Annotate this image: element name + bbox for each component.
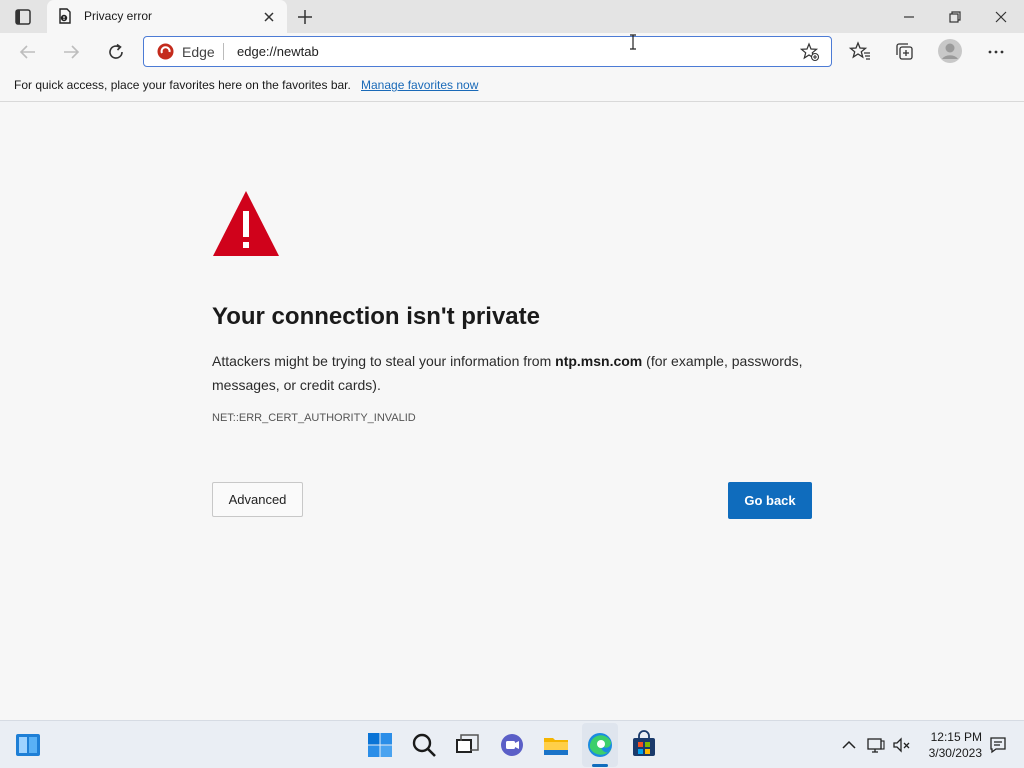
address-bar[interactable]: Edge edge://newtab: [143, 36, 832, 67]
advanced-button[interactable]: Advanced: [212, 482, 303, 517]
favorites-bar-message: For quick access, place your favorites h…: [14, 78, 351, 92]
manage-favorites-link[interactable]: Manage favorites now: [361, 78, 478, 92]
close-window-icon[interactable]: [990, 6, 1012, 28]
active-app-indicator: [592, 764, 608, 767]
url-text[interactable]: edge://newtab: [237, 44, 319, 59]
search-icon[interactable]: [409, 730, 439, 760]
warning-icon: [213, 191, 279, 256]
file-explorer-icon[interactable]: [541, 730, 571, 760]
address-separator: [223, 43, 224, 60]
collections-icon[interactable]: [893, 40, 917, 64]
start-icon[interactable]: [365, 730, 395, 760]
site-identity-label[interactable]: Edge: [182, 44, 215, 60]
go-back-button[interactable]: Go back: [728, 482, 812, 519]
restore-icon[interactable]: [944, 6, 966, 28]
clock-date: 3/30/2023: [928, 746, 982, 760]
refresh-icon[interactable]: [103, 39, 129, 65]
favorites-bar: For quick access, place your favorites h…: [0, 70, 1024, 102]
taskbar: 12:15 PM 3/30/2023: [0, 720, 1024, 768]
edge-browser-icon[interactable]: [585, 730, 615, 760]
description-text: Attackers might be trying to steal your …: [212, 353, 556, 369]
error-heading: Your connection isn't private: [212, 303, 540, 330]
tab-strip: Privacy error: [0, 0, 1024, 33]
text-cursor-icon: [630, 34, 636, 50]
more-options-icon[interactable]: [984, 40, 1008, 64]
add-favorite-icon[interactable]: [800, 42, 820, 62]
forward-icon[interactable]: [58, 39, 84, 65]
favorites-icon[interactable]: [848, 40, 872, 64]
task-view-icon[interactable]: [452, 730, 482, 760]
tab-actions-icon[interactable]: [12, 7, 34, 27]
chat-icon[interactable]: [497, 730, 527, 760]
store-icon[interactable]: [629, 730, 659, 760]
browser-toolbar: Edge edge://newtab: [0, 33, 1024, 70]
chevron-up-icon[interactable]: [839, 735, 859, 755]
clock-time: 12:15 PM: [930, 730, 982, 744]
close-tab-icon[interactable]: [260, 8, 278, 26]
minimize-icon[interactable]: [898, 6, 920, 28]
page-icon: [59, 8, 71, 24]
notifications-icon[interactable]: [988, 735, 1008, 755]
new-tab-icon[interactable]: [294, 6, 316, 28]
profile-avatar-icon[interactable]: [937, 38, 963, 64]
error-description: Attackers might be trying to steal your …: [212, 349, 822, 397]
system-clock[interactable]: 12:15 PM 3/30/2023: [918, 729, 982, 761]
volume-muted-icon[interactable]: [891, 735, 911, 755]
active-tab[interactable]: Privacy error: [47, 0, 287, 33]
not-secure-icon[interactable]: [157, 43, 174, 60]
host-name: ntp.msn.com: [555, 353, 643, 369]
back-icon[interactable]: [15, 39, 41, 65]
error-page: Your connection isn't private Attackers …: [0, 103, 1024, 720]
error-code[interactable]: NET::ERR_CERT_AUTHORITY_INVALID: [212, 412, 416, 424]
tab-title: Privacy error: [84, 9, 153, 23]
display-icon[interactable]: [866, 735, 886, 755]
widgets-icon[interactable]: [13, 730, 43, 760]
